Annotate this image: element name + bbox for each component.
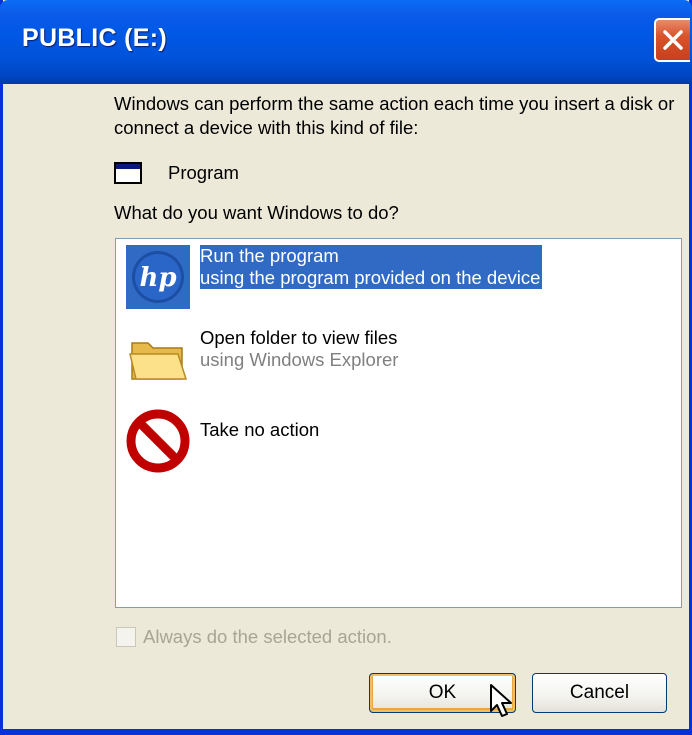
list-item-text: Open folder to view files using Windows …	[200, 327, 398, 371]
folder-icon	[126, 327, 190, 391]
close-icon	[663, 30, 683, 50]
always-do-label: Always do the selected action.	[143, 626, 392, 647]
list-item-text: Take no action	[200, 419, 319, 441]
content-type-label: Program	[168, 162, 239, 183]
option-subtitle: using the program provided on the device	[200, 267, 543, 289]
list-item-run-program[interactable]: hp Run the program using the program pro…	[126, 245, 543, 309]
option-title: Run the program	[200, 245, 543, 267]
dialog-body: Windows can perform the same action each…	[3, 84, 689, 735]
list-item-text: Run the program using the program provid…	[200, 245, 543, 289]
always-do-row: Always do the selected action.	[116, 626, 392, 648]
hp-icon: hp	[126, 245, 190, 309]
svg-text:hp: hp	[139, 263, 176, 293]
intro-text: Windows can perform the same action each…	[114, 93, 675, 138]
title-bar[interactable]: PUBLIC (E:)	[0, 0, 692, 84]
cancel-button[interactable]: Cancel	[532, 673, 667, 713]
option-subtitle: using Windows Explorer	[200, 349, 399, 370]
program-window-icon	[114, 162, 142, 184]
content-type-row: Program	[114, 159, 239, 187]
option-title: Take no action	[200, 419, 320, 440]
close-button[interactable]	[654, 18, 690, 62]
action-list[interactable]: hp Run the program using the program pro…	[115, 238, 682, 608]
option-title: Open folder to view files	[200, 327, 398, 348]
list-item-open-folder[interactable]: Open folder to view files using Windows …	[126, 327, 398, 391]
list-item-take-no-action[interactable]: Take no action	[126, 409, 319, 473]
no-action-icon	[126, 409, 190, 473]
autoplay-dialog: PUBLIC (E:) Windows can perform the same…	[0, 0, 692, 735]
always-do-checkbox[interactable]	[116, 627, 136, 647]
mouse-cursor-icon	[490, 684, 512, 717]
window-bottom-border	[3, 729, 689, 735]
window-title: PUBLIC (E:)	[22, 24, 167, 52]
question-text: What do you want Windows to do?	[114, 202, 399, 223]
